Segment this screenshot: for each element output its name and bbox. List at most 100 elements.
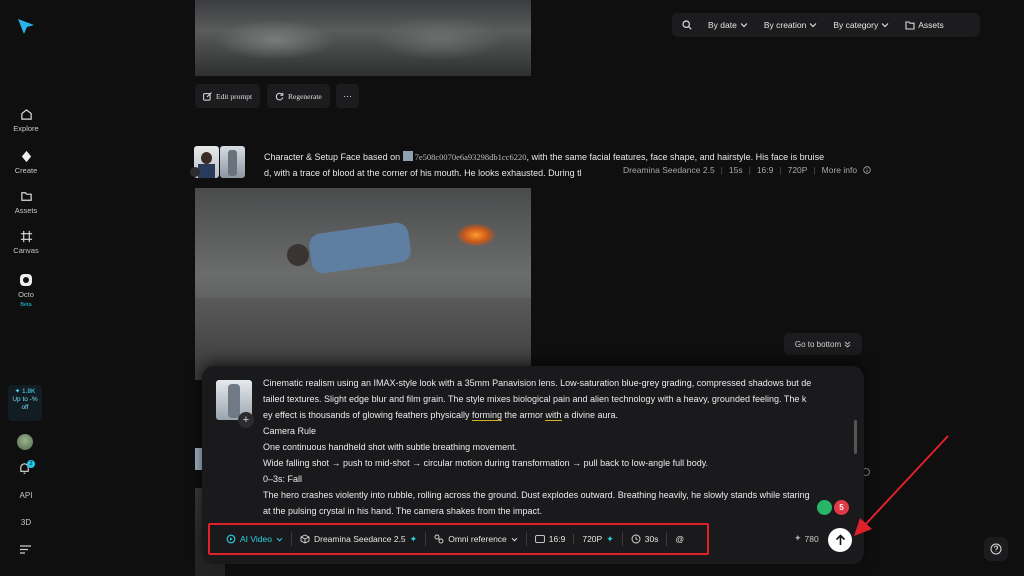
edit-prompt-button[interactable]: Edit prompt	[195, 84, 261, 108]
sidebar-item-label: Create	[14, 166, 38, 175]
sidebar-item-assets[interactable]: Assets	[0, 190, 52, 215]
add-reference-icon[interactable]	[190, 167, 200, 177]
sidebar-item-label: Canvas	[13, 246, 39, 255]
more-info-link[interactable]: More info	[822, 165, 857, 175]
regenerate-label: Regenerate	[288, 91, 322, 101]
prompt-line: One continuous handheld shot with subtle…	[263, 442, 518, 452]
help-button[interactable]	[984, 537, 1008, 561]
aspect-ratio-icon	[534, 535, 545, 543]
prompt-input[interactable]: Cinematic realism using an IMAX-style lo…	[263, 375, 851, 519]
annotation-arrow-icon	[854, 435, 949, 536]
cube-icon	[300, 534, 310, 544]
sparkle-icon: ✦	[409, 533, 418, 544]
by-creation-dropdown[interactable]: By creation	[756, 13, 826, 37]
reference-label: Omni reference	[448, 534, 507, 544]
model-label: Dreamina Seedance 2.5	[313, 534, 406, 544]
spellcheck-underline: with	[545, 410, 562, 421]
model-selector[interactable]: Dreamina Seedance 2.5 ✦	[292, 528, 425, 550]
grammar-extension-icon[interactable]	[817, 500, 832, 515]
canvas-icon	[20, 230, 32, 243]
prompt-line: Camera Rule	[263, 426, 317, 436]
assets-button[interactable]: Assets	[897, 13, 952, 37]
more-button[interactable]: ···	[336, 84, 359, 108]
filter-toolbar: By date By creation By category Assets	[672, 13, 980, 37]
meta-ratio: 16:9	[756, 165, 774, 175]
generated-image[interactable]	[195, 0, 531, 76]
add-reference-button[interactable]: +	[238, 412, 254, 428]
prompt-line: The hero crashes violently into rubble, …	[263, 490, 810, 500]
search-button[interactable]	[672, 13, 700, 37]
sidebar-item-3d[interactable]: 3D	[0, 518, 52, 527]
spellcheck-underline: forming	[471, 410, 502, 421]
sidebar-item-create[interactable]: Create	[0, 150, 52, 175]
sidebar-item-canvas[interactable]: Canvas	[0, 230, 52, 255]
sidebar-item-label: Assets	[14, 206, 38, 215]
folder-icon	[905, 20, 915, 30]
search-icon	[682, 20, 692, 30]
reference-image-chip-icon	[402, 151, 413, 161]
credit-cost: ✦ 780	[794, 533, 819, 544]
meta-resolution: 720P	[787, 165, 808, 175]
by-date-dropdown[interactable]: By date	[700, 13, 756, 37]
omni-reference-icon	[434, 534, 444, 544]
by-date-label: By date	[708, 20, 737, 30]
generation-settings-bar: AI Video Dreamina Seedance 2.5 ✦ Omni re…	[208, 523, 709, 555]
ratio-resolution-selector[interactable]: 16:9 720P ✦	[527, 528, 622, 550]
chevron-down-icon	[809, 23, 817, 28]
mode-label: AI Video	[240, 534, 272, 544]
by-category-label: By category	[833, 20, 879, 30]
generated-video[interactable]	[195, 188, 531, 380]
clock-icon	[631, 534, 641, 544]
sidebar: Explore Create Assets Canvas Octo Beta ✦…	[0, 0, 52, 576]
sidebar-item-label: Explore	[13, 124, 39, 133]
prompt-text-part: Character & Setup Face based on	[264, 152, 403, 162]
sidebar-item-explore[interactable]: Explore	[0, 108, 52, 133]
sparkle-icon: ✦	[606, 533, 614, 544]
mode-dropdown[interactable]: AI Video	[218, 528, 291, 550]
more-icon: ···	[343, 91, 352, 101]
sidebar-item-octo[interactable]: Octo Beta	[0, 273, 52, 308]
reference-hash: 7e508c0070e6a93298db1cc6220	[414, 152, 527, 162]
ratio-label: 16:9	[548, 534, 566, 544]
beta-badge: Beta	[20, 302, 32, 308]
mention-button[interactable]: @	[667, 528, 692, 550]
meta-model: Dreamina Seedance 2.5	[623, 165, 715, 175]
go-to-bottom-button[interactable]: Go to bottom	[784, 333, 862, 355]
refresh-icon	[275, 92, 284, 100]
promo-banner[interactable]: ✦ 1.8K Up to -% off	[8, 385, 42, 421]
by-category-dropdown[interactable]: By category	[825, 13, 897, 37]
chevron-down-icon	[276, 537, 283, 541]
duration-label: 30s	[644, 534, 659, 544]
folder-icon	[20, 192, 32, 201]
diamond-icon	[21, 150, 31, 163]
regenerate-button[interactable]: Regenerate	[267, 84, 330, 108]
app-logo-icon[interactable]	[16, 16, 36, 36]
generation-meta: Dreamina Seedance 2.5 | 15s | 16:9 | 720…	[619, 165, 872, 175]
duration-selector[interactable]: 30s	[623, 528, 667, 550]
chevron-down-icon	[511, 537, 518, 541]
promo-credits: ✦ 1.8K	[14, 388, 36, 395]
go-to-bottom-label: Go to bottom	[794, 339, 842, 349]
sidebar-item-label: Octo	[18, 290, 34, 299]
edit-prompt-label: Edit prompt	[216, 91, 253, 101]
credit-amount: 780	[804, 533, 819, 544]
reference-dropdown[interactable]: Omni reference	[426, 528, 526, 550]
help-icon	[990, 543, 1002, 555]
info-icon[interactable]	[863, 166, 871, 174]
sidebar-item-api[interactable]: API	[0, 491, 52, 500]
ai-video-icon	[226, 534, 236, 544]
prompt-line: at the pulsing crystal in his hand. The …	[263, 506, 542, 516]
promo-off: off	[21, 404, 29, 411]
assets-label: Assets	[918, 20, 944, 30]
prompt-line: ey effect is thousands of glowing feathe…	[263, 410, 619, 421]
prompt-line: Wide falling shot → push to mid-shot → c…	[263, 458, 709, 468]
menu-icon[interactable]	[20, 545, 31, 554]
reference-thumbnail[interactable]	[220, 146, 245, 178]
prompt-text-part: , with the same facial features, face sh…	[526, 152, 825, 162]
prompt-line: 0–3s: Fall	[263, 474, 303, 484]
chevrons-down-icon	[844, 341, 851, 348]
avatar[interactable]	[17, 434, 33, 450]
prompt-line: Cinematic realism using an IMAX-style lo…	[263, 378, 812, 388]
chevron-down-icon	[881, 23, 889, 28]
by-creation-label: By creation	[763, 20, 807, 30]
